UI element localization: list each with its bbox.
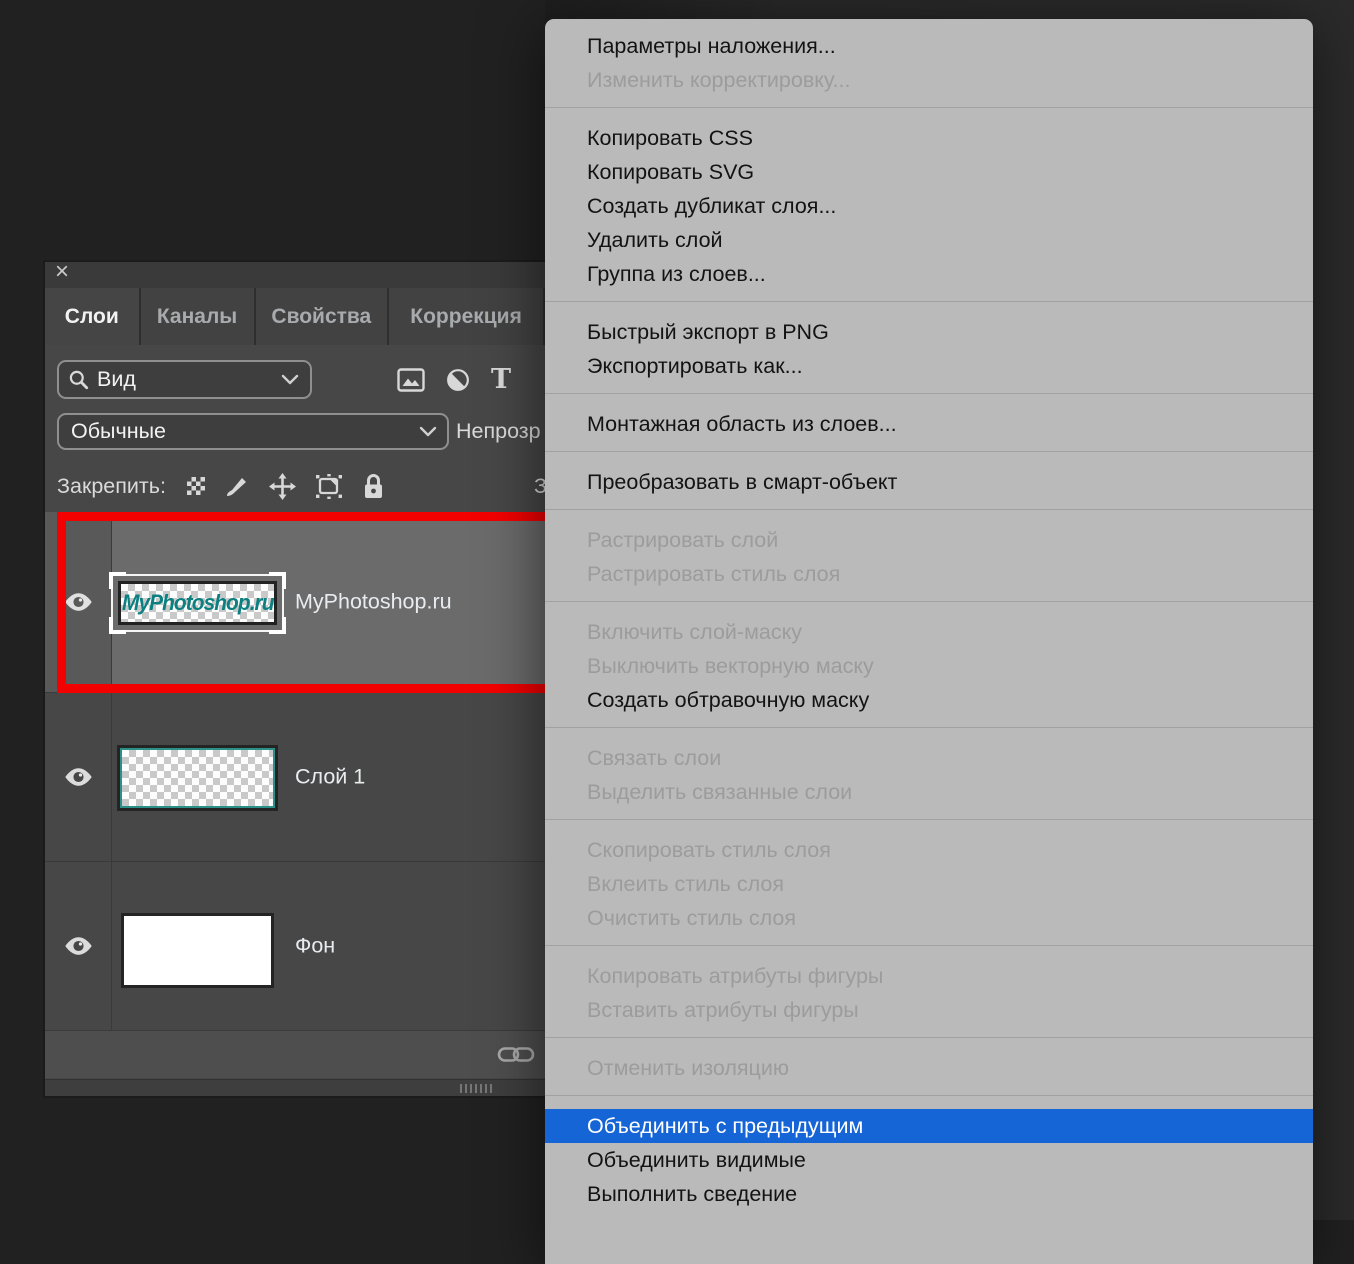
blend-mode-value: Обычные	[71, 419, 166, 444]
menu-item: Выключить векторную маску	[545, 649, 1313, 683]
layer-thumbnail[interactable]: MyPhotoshop.ru	[118, 581, 277, 625]
menu-separator	[545, 819, 1313, 820]
lock-pixels-icon[interactable]	[224, 473, 250, 499]
menu-item[interactable]: Копировать CSS	[545, 121, 1313, 155]
layer-row-sloy1[interactable]: Слой 1	[45, 692, 545, 861]
menu-item[interactable]: Удалить слой	[545, 223, 1313, 257]
menu-item: Растрировать слой	[545, 523, 1313, 557]
layer-thumbnail[interactable]	[120, 748, 275, 808]
menu-separator	[545, 1095, 1313, 1096]
menu-item: Копировать атрибуты фигуры	[545, 959, 1313, 993]
menu-item[interactable]: Преобразовать в смарт-объект	[545, 465, 1313, 499]
menu-item: Очистить стиль слоя	[545, 901, 1313, 935]
menu-item-highlighted[interactable]: Объединить с предыдущим	[545, 1109, 1313, 1143]
visibility-toggle[interactable]	[45, 862, 112, 1030]
menu-item: Растрировать стиль слоя	[545, 557, 1313, 591]
menu-item: Связать слои	[545, 741, 1313, 775]
menu-item: Изменить корректировку...	[545, 63, 1313, 97]
menu-separator	[545, 301, 1313, 302]
layer-thumbnail[interactable]	[121, 913, 274, 988]
adjustment-layer-filter-icon[interactable]	[446, 368, 470, 392]
panel-titlebar: ×	[45, 262, 545, 288]
menu-item[interactable]: Группа из слоев...	[545, 257, 1313, 291]
tab-channels[interactable]: Каналы	[141, 288, 254, 345]
panel-status-strip	[45, 1079, 545, 1096]
visibility-toggle[interactable]	[45, 512, 112, 692]
menu-separator	[545, 509, 1313, 510]
menu-separator	[545, 451, 1313, 452]
blend-mode-dropdown[interactable]: Обычные	[57, 413, 449, 450]
lock-position-icon[interactable]	[269, 473, 296, 500]
pixel-layer-filter-icon[interactable]	[397, 368, 425, 392]
menu-separator	[545, 107, 1313, 108]
resize-grip[interactable]	[460, 1084, 492, 1093]
lock-transparency-icon[interactable]	[187, 477, 205, 495]
menu-separator	[545, 727, 1313, 728]
panel-tab-bar: Слои Каналы Свойства Коррекция	[45, 288, 545, 345]
menu-item[interactable]: Монтажная область из слоев...	[545, 407, 1313, 441]
screenshot-stage: { "colors": { "annotation_red": "#f30000…	[0, 0, 1354, 1220]
layer-name[interactable]: Слой 1	[295, 765, 365, 790]
lock-all-icon[interactable]	[362, 473, 385, 500]
close-icon[interactable]: ×	[55, 262, 69, 285]
fill-label: З	[534, 465, 545, 507]
tab-adjustments[interactable]: Коррекция	[389, 288, 543, 345]
layer-type-filters: T	[397, 360, 511, 399]
menu-separator	[545, 393, 1313, 394]
lock-label: Закрепить:	[57, 474, 166, 499]
tab-properties[interactable]: Свойства	[256, 288, 388, 345]
filter-dropdown-value: Вид	[97, 367, 136, 392]
menu-item[interactable]: Объединить видимые	[545, 1143, 1313, 1177]
panel-bottom-bar	[45, 1030, 545, 1078]
thumbnail-text: MyPhotoshop.ru	[122, 590, 274, 616]
menu-item[interactable]: Быстрый экспорт в PNG	[545, 315, 1313, 349]
lock-row: Закрепить:	[57, 465, 385, 507]
search-icon	[68, 369, 90, 391]
visibility-toggle[interactable]	[45, 693, 112, 861]
menu-item: Вставить атрибуты фигуры	[545, 993, 1313, 1027]
chevron-down-icon	[419, 426, 437, 437]
opacity-label: Непрозр	[456, 413, 545, 450]
tab-layers[interactable]: Слои	[45, 288, 139, 345]
menu-item[interactable]: Выполнить сведение	[545, 1177, 1313, 1211]
menu-item: Включить слой-маску	[545, 615, 1313, 649]
menu-separator	[545, 1037, 1313, 1038]
menu-item: Скопировать стиль слоя	[545, 833, 1313, 867]
layer-context-menu: Параметры наложения...Изменить корректир…	[545, 19, 1313, 1264]
menu-item[interactable]: Создать обтравочную маску	[545, 683, 1313, 717]
layer-row-myphotoshop[interactable]: MyPhotoshop.ru MyPhotoshop.ru	[45, 512, 545, 692]
layer-filter-dropdown[interactable]: Вид	[57, 360, 312, 399]
layer-name[interactable]: Фон	[295, 934, 335, 959]
layers-panel: × Слои Каналы Свойства Коррекция Вид T О…	[45, 262, 545, 1096]
lock-artboard-icon[interactable]	[315, 473, 343, 500]
menu-separator	[545, 601, 1313, 602]
layer-row-background[interactable]: Фон	[45, 861, 545, 1030]
menu-item[interactable]: Экспортировать как...	[545, 349, 1313, 383]
menu-item[interactable]: Копировать SVG	[545, 155, 1313, 189]
chevron-down-icon	[281, 374, 299, 385]
menu-item: Вклеить стиль слоя	[545, 867, 1313, 901]
menu-item: Выделить связанные слои	[545, 775, 1313, 809]
link-layers-icon[interactable]	[497, 1044, 535, 1065]
menu-item[interactable]: Создать дубликат слоя...	[545, 189, 1313, 223]
layer-name[interactable]: MyPhotoshop.ru	[295, 590, 452, 615]
type-layer-filter-icon[interactable]: T	[491, 366, 511, 393]
menu-item: Отменить изоляцию	[545, 1051, 1313, 1085]
menu-separator	[545, 945, 1313, 946]
menu-item[interactable]: Параметры наложения...	[545, 29, 1313, 63]
